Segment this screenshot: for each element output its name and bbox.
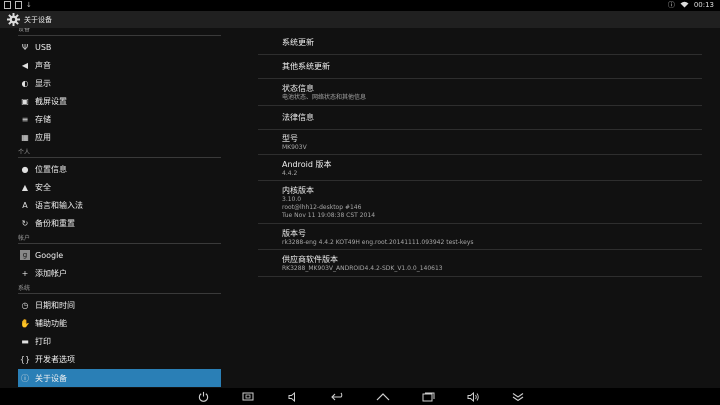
sidebar-item-accessibility[interactable]: ✋ 辅助功能: [18, 314, 221, 332]
pref-status-info[interactable]: 状态信息 电池状态、网络状态和其他信息: [258, 79, 702, 106]
section-header-device: 设备: [18, 28, 221, 36]
home-icon[interactable]: [376, 390, 390, 403]
sidebar-item-sound[interactable]: ◀ 声音: [18, 56, 221, 74]
power-icon[interactable]: [196, 390, 210, 403]
settings-gear-icon[interactable]: [6, 13, 20, 27]
pref-value: RK3288_MK903V_ANDROID4.4.2-SDK_V1.0.0_14…: [282, 265, 443, 272]
pref-value: rk3288-eng 4.4.2 KOT49H eng.root.2014111…: [282, 239, 474, 246]
google-icon: g: [20, 250, 30, 260]
add-icon: +: [21, 268, 29, 278]
back-icon[interactable]: [331, 390, 345, 403]
time: 00:13: [693, 1, 714, 9]
pref-value: 3.10.0 root@lhh12-desktop #146 Tue Nov 1…: [282, 196, 376, 219]
pref-value: MK903V: [282, 144, 307, 151]
sound-icon: ◀: [21, 60, 29, 70]
section-header-personal: 个人: [18, 148, 221, 158]
download-icon: ↓: [26, 1, 32, 9]
lock-icon: ▲: [21, 182, 29, 192]
info-status-icon: ⓘ: [667, 1, 675, 9]
location-icon: ●: [21, 164, 29, 174]
screenshot-button-icon[interactable]: [241, 390, 255, 403]
section-header-accounts: 帐户: [18, 234, 221, 244]
pref-android-version[interactable]: Android 版本 4.4.2: [258, 155, 702, 181]
pref-title: 法律信息: [282, 113, 314, 122]
print-icon: ▬: [21, 336, 29, 346]
clock-icon: ◷: [21, 300, 29, 310]
developer-icon: {}: [19, 354, 31, 364]
status-bar: ↓ ⓘ 00:13: [0, 0, 720, 11]
sidebar-item-security[interactable]: ▲ 安全: [18, 178, 221, 196]
pref-kernel-version: 内核版本 3.10.0 root@lhh12-desktop #146 Tue …: [258, 181, 702, 224]
recent-apps-icon[interactable]: [421, 390, 435, 403]
navigation-bar: [0, 388, 720, 405]
accessibility-icon: ✋: [20, 318, 30, 328]
pref-other-update[interactable]: 其他系统更新: [258, 55, 702, 79]
sidebar-item-screenshot[interactable]: ▣ 截屏设置: [18, 92, 221, 110]
pref-title: 系统更新: [282, 38, 314, 47]
wifi-icon: [680, 1, 689, 10]
pref-title: 型号: [282, 134, 298, 143]
backup-icon: ↻: [21, 218, 29, 228]
sidebar-item-storage[interactable]: ≡ 存储: [18, 110, 221, 128]
pref-vendor-version: 供应商软件版本 RK3288_MK903V_ANDROID4.4.2-SDK_V…: [258, 250, 702, 277]
sidebar-item-google[interactable]: g Google: [18, 246, 221, 264]
action-bar: 关于设备: [0, 11, 720, 28]
pref-legal[interactable]: 法律信息: [258, 106, 702, 130]
pref-summary: 电池状态、网络状态和其他信息: [282, 94, 367, 101]
volume-down-icon[interactable]: [286, 390, 300, 403]
sidebar-item-print[interactable]: ▬ 打印: [18, 332, 221, 350]
sidebar-item-backup[interactable]: ↻ 备份和重置: [18, 214, 221, 232]
pref-title: 供应商软件版本: [282, 255, 338, 264]
sidebar-item-about[interactable]: ⓘ 关于设备: [18, 369, 221, 387]
sidebar-item-developer[interactable]: {} 开发者选项: [18, 350, 221, 368]
page-title: 关于设备: [24, 15, 52, 24]
apps-icon: ▦: [21, 132, 29, 142]
notification-icon: [4, 1, 11, 9]
volume-up-icon[interactable]: [466, 390, 480, 403]
sidebar-item-usb[interactable]: Ψ USB: [18, 38, 221, 56]
sidebar-item-location[interactable]: ● 位置信息: [18, 160, 221, 178]
pref-title: Android 版本: [282, 160, 332, 169]
language-icon: A: [22, 200, 28, 210]
screenshot-icon: ▣: [21, 96, 29, 106]
usb-icon: Ψ: [21, 42, 29, 52]
pref-title: 状态信息: [282, 84, 314, 93]
pref-title: 其他系统更新: [282, 62, 330, 71]
storage-icon: ≡: [21, 114, 29, 124]
sidebar-item-date-time[interactable]: ◷ 日期和时间: [18, 296, 221, 314]
notification-icon: [15, 1, 22, 9]
info-icon: ⓘ: [21, 373, 29, 383]
pref-model: 型号 MK903V: [258, 130, 702, 155]
pref-title: 内核版本: [282, 186, 314, 195]
pref-title: 版本号: [282, 229, 306, 238]
hide-bar-icon[interactable]: [511, 390, 525, 403]
sidebar-item-add-account[interactable]: + 添加帐户: [18, 264, 221, 282]
sidebar-item-apps[interactable]: ▦ 应用: [18, 128, 221, 146]
display-icon: ◐: [21, 78, 29, 88]
pref-value: 4.4.2: [282, 170, 298, 177]
sidebar-item-language[interactable]: A 语言和输入法: [18, 196, 221, 214]
pref-build-number[interactable]: 版本号 rk3288-eng 4.4.2 KOT49H eng.root.201…: [258, 224, 702, 250]
pref-system-update[interactable]: 系统更新: [258, 31, 702, 55]
section-header-system: 系统: [18, 284, 221, 294]
sidebar-item-display[interactable]: ◐ 显示: [18, 74, 221, 92]
